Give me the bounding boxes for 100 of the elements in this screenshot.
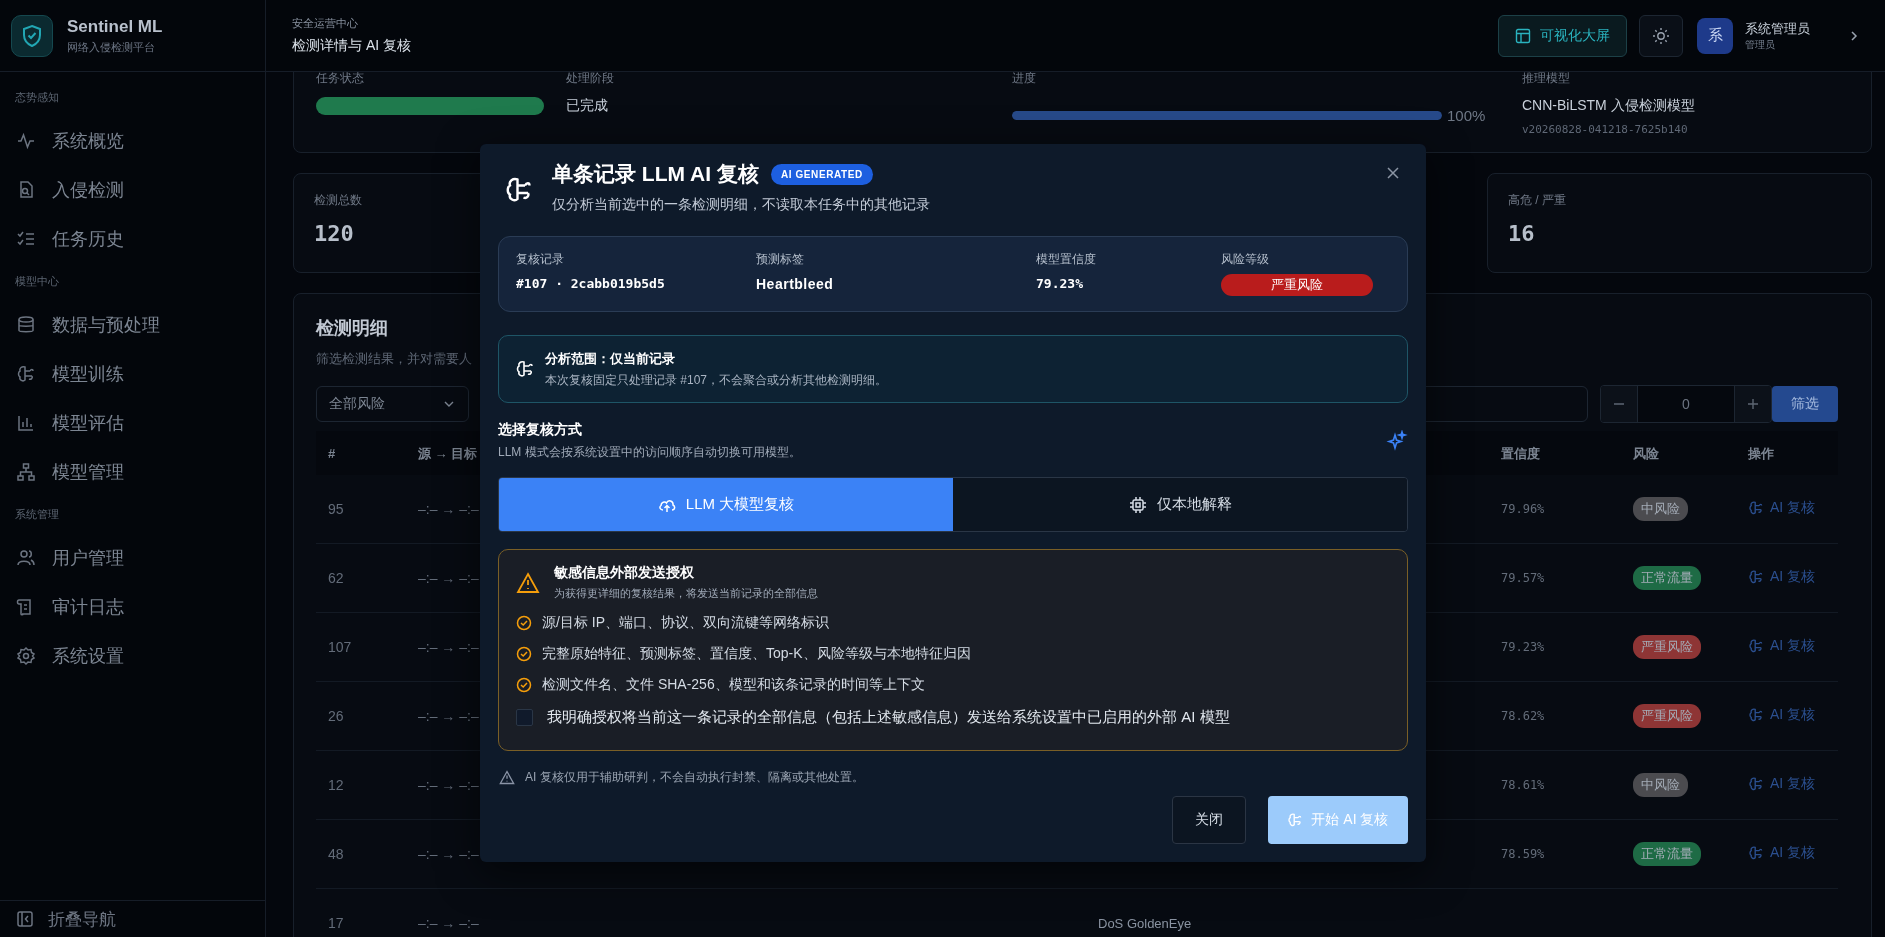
risk-badge: 严重风险	[1633, 704, 1701, 728]
column-header: #	[328, 446, 336, 461]
field-value: 79.23%	[1036, 276, 1083, 291]
collapse-nav-button[interactable]: 折叠导航	[0, 900, 265, 937]
user-avatar[interactable]: 系	[1697, 17, 1733, 54]
layout-icon	[1515, 27, 1531, 44]
table-cell: –:– → –:–	[418, 846, 479, 862]
mode-tab[interactable]: 仅本地解释	[953, 478, 1407, 531]
close-icon	[1386, 166, 1400, 180]
stat-label: 检测总数	[314, 192, 362, 209]
chip-icon	[1128, 495, 1147, 514]
shield-logo-icon	[11, 14, 53, 57]
stat-value: 16	[1508, 221, 1535, 246]
section-title: 检测明细	[316, 317, 388, 340]
dashboard-button[interactable]: 可视化大屏	[1498, 14, 1627, 57]
sidebar-item[interactable]: 模型管理	[0, 447, 265, 496]
sidebar-item[interactable]: 审计日志	[0, 582, 265, 631]
nav-section-title: 模型中心	[14, 274, 60, 289]
nav-section-title: 态势感知	[14, 90, 60, 105]
table-cell: 79.23%	[1501, 640, 1545, 654]
risk-badge: 正常流量	[1633, 842, 1701, 866]
sidebar-item[interactable]: 数据与预处理	[0, 300, 265, 349]
sparkles-icon	[1386, 430, 1408, 452]
brain-icon	[1748, 500, 1764, 516]
table-cell: 79.96%	[1501, 502, 1545, 516]
risk-badge: 严重风险	[1633, 635, 1701, 659]
check-circle-icon	[516, 615, 532, 631]
table-cell: 107	[328, 639, 352, 655]
field-value: #107 · 2cabb019b5d5	[516, 276, 665, 291]
number-stepper[interactable]: 0	[1600, 385, 1772, 423]
section-hint: LLM 模式会按系统设置中的访问顺序自动切换可用模型。	[498, 444, 801, 461]
risk-badge: 正常流量	[1633, 566, 1701, 590]
user-name: 系统管理员	[1745, 19, 1810, 38]
table-cell: 62	[328, 570, 344, 586]
sidebar-item[interactable]: 入侵检测	[0, 165, 265, 214]
plus-icon	[1746, 397, 1760, 411]
brain-icon	[504, 175, 534, 205]
table-cell: –:– → –:–	[418, 915, 479, 931]
consent-title: 敏感信息外部发送授权	[554, 564, 694, 582]
theme-toggle-button[interactable]	[1639, 14, 1683, 57]
field-label: 复核记录	[516, 251, 564, 268]
user-role: 管理员	[1745, 37, 1775, 52]
stage-value: 已完成	[566, 97, 608, 115]
consent-item: 完整原始特征、预测标签、置信度、Top-K、风险等级与本地特征归因	[542, 645, 971, 663]
table-cell: 26	[328, 708, 344, 724]
brain-icon	[16, 363, 36, 384]
risk-badge: 严重风险	[1221, 274, 1373, 296]
close-dialog-button[interactable]: 关闭	[1172, 796, 1246, 844]
field-label: 风险等级	[1221, 251, 1269, 268]
risk-badge: 中风险	[1633, 773, 1688, 797]
risk-select[interactable]: 全部风险	[316, 386, 469, 422]
warning-icon	[516, 571, 540, 594]
table-cell: –:– → –:–	[418, 777, 479, 793]
disclaimer-text: AI 复核仅用于辅助研判，不会自动执行封禁、隔离或其他处置。	[525, 769, 864, 786]
field-label: 进度	[1012, 70, 1036, 87]
table-cell: 78.62%	[1501, 709, 1545, 723]
brain-icon	[1748, 638, 1764, 654]
number-field[interactable]: 0	[1637, 386, 1735, 422]
sun-icon	[1652, 26, 1670, 45]
sidebar-item[interactable]: 用户管理	[0, 533, 265, 582]
scope-title: 分析范围：仅当前记录	[545, 349, 675, 368]
field-label: 任务状态	[316, 70, 364, 87]
page-title: 检测详情与 AI 复核	[292, 37, 411, 55]
dialog-title: 单条记录 LLM AI 复核	[552, 161, 759, 187]
table-cell: –:– → –:–	[418, 708, 479, 724]
consent-item: 源/目标 IP、端口、协议、双向流键等网络标识	[542, 614, 829, 632]
table-cell: 95	[328, 501, 344, 517]
brain-icon	[1748, 845, 1764, 861]
brain-icon	[1748, 569, 1764, 585]
sidebar-item[interactable]: 模型训练	[0, 349, 265, 398]
sidebar-item[interactable]: 系统概览	[0, 116, 265, 165]
column-header: 源 → 目标	[418, 445, 478, 461]
mode-tab[interactable]: LLM 大模型复核	[499, 478, 953, 531]
table-cell: –:– → –:–	[418, 639, 479, 655]
field-label: 推理模型	[1522, 70, 1570, 87]
warning-icon	[499, 770, 515, 785]
brand-subtitle: 网络入侵检测平台	[67, 39, 155, 55]
table-cell: 78.59%	[1501, 847, 1545, 861]
model-version: v20260828-041218-7625b140	[1522, 123, 1688, 136]
checkbox-label: 我明确授权将当前这一条记录的全部信息（包括上述敏感信息）发送给系统设置中已启用的外部 AI 模型	[547, 708, 1230, 727]
sidebar-item[interactable]: 系统设置	[0, 631, 265, 680]
column-header: 操作	[1748, 445, 1774, 461]
consent-checkbox[interactable]	[516, 709, 533, 726]
filter-button[interactable]: 筛选	[1772, 386, 1838, 422]
chevron-right-icon[interactable]	[1848, 29, 1860, 42]
table-cell: 48	[328, 846, 344, 862]
check-circle-icon	[516, 677, 532, 693]
sidebar-item[interactable]: 任务历史	[0, 214, 265, 263]
table-cell: –:– → –:–	[418, 570, 479, 586]
column-header: 风险	[1633, 445, 1659, 461]
brain-icon	[515, 359, 535, 379]
field-label: 预测标签	[756, 251, 804, 268]
gear-icon	[16, 645, 36, 666]
sidebar-item[interactable]: 模型评估	[0, 398, 265, 447]
panel-left-icon	[16, 910, 34, 928]
activity-icon	[16, 130, 36, 151]
consent-item: 检测文件名、文件 SHA-256、模型和该条记录的时间等上下文	[542, 676, 925, 694]
table-cell: –:– → –:–	[418, 501, 479, 517]
column-header: 置信度	[1501, 445, 1540, 461]
table-cell: 78.61%	[1501, 778, 1545, 792]
